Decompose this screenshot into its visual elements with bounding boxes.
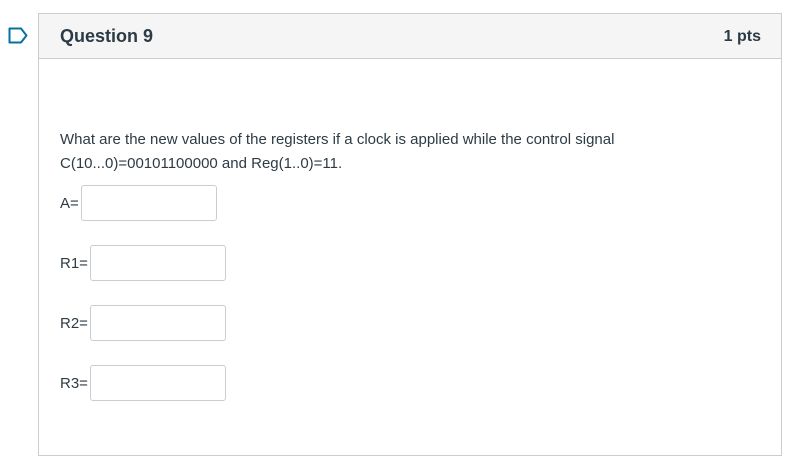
question-card: Question 9 1 pts What are the new values… [38,13,782,456]
answer-label-a: A= [60,194,79,212]
answer-row-r1: R1= [60,245,226,281]
answer-input-r3[interactable] [89,365,226,401]
bookmark-flag-icon[interactable] [8,27,28,44]
question-text: What are the new values of the registers… [60,128,700,176]
answer-row-r2: R2= [60,305,226,341]
answer-row-r3: R3= [60,365,226,401]
question-text-line-2: C(10...0)=00101100000 and Reg(1..0)=11. [60,155,343,172]
question-title: Question 9 [60,26,154,46]
answer-input-a[interactable] [80,185,217,221]
answer-row-a: A= [60,185,217,221]
question-points: 1 pts [723,28,761,45]
answer-input-r1[interactable] [89,245,226,281]
answer-label-r3: R3= [60,374,88,392]
question-text-line-1: What are the new values of the registers… [60,131,615,148]
answer-label-r1: R1= [60,254,88,272]
question-header: Question 9 1 pts [39,14,781,59]
answer-input-r2[interactable] [89,305,226,341]
answer-label-r2: R2= [60,314,88,332]
